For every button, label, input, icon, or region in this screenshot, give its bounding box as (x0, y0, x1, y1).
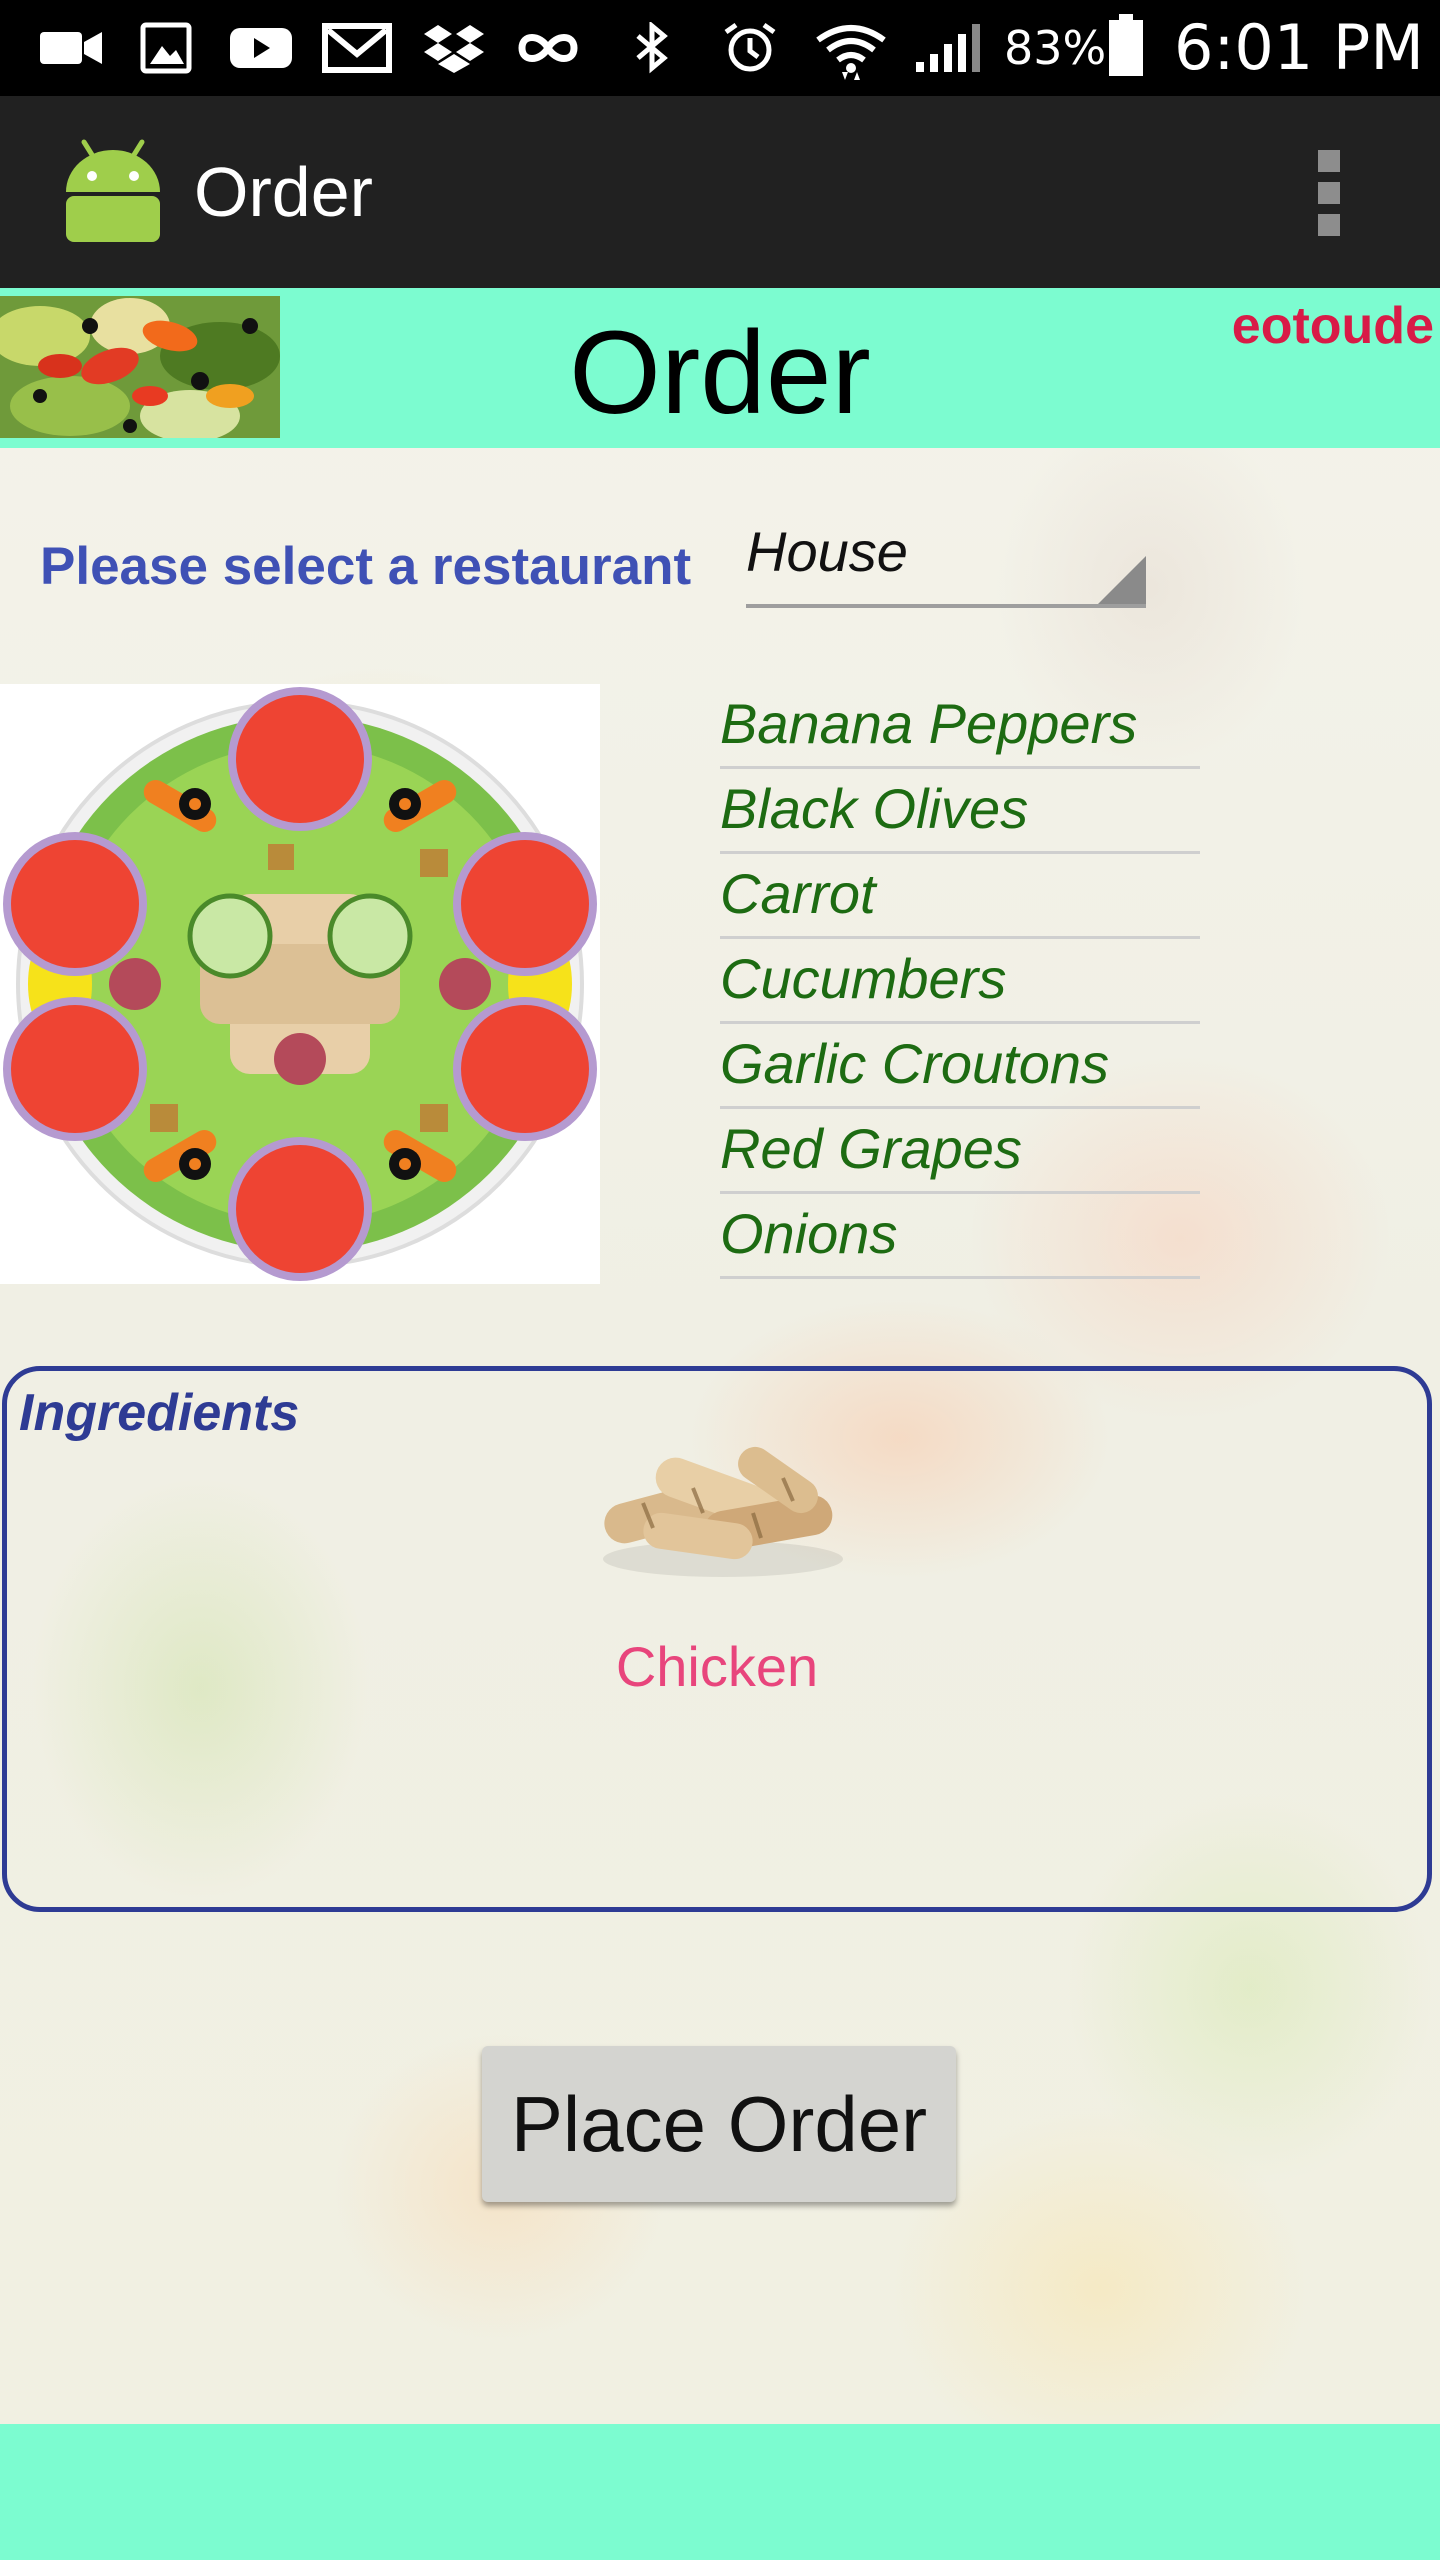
app-title: Order (194, 153, 373, 231)
place-order-button[interactable]: Place Order (482, 2046, 956, 2202)
infinity-icon (518, 34, 578, 62)
topping-item[interactable]: Red Grapes (720, 1109, 1200, 1194)
image-icon (140, 22, 192, 74)
youtube-icon (230, 28, 292, 68)
salad-bowl-image (0, 684, 600, 1284)
topping-list: Banana Peppers Black Olives Carrot Cucum… (720, 684, 1200, 1279)
bluetooth-icon (636, 22, 668, 74)
topping-item[interactable]: Carrot (720, 854, 1200, 939)
battery-percent: 83% (1004, 21, 1107, 75)
android-icon[interactable] (60, 136, 166, 244)
dropbox-icon (424, 25, 484, 73)
restaurant-spinner[interactable]: House (746, 508, 1146, 608)
gmail-icon (322, 23, 392, 73)
footer-band (0, 2424, 1440, 2560)
wifi-icon (816, 25, 886, 80)
action-bar: Order (0, 96, 1440, 288)
topping-item[interactable]: Cucumbers (720, 939, 1200, 1024)
restaurant-selected-value: House (746, 520, 908, 583)
alarm-icon (724, 22, 776, 72)
ingredients-box: Ingredients Chicken (2, 1366, 1432, 1912)
ingredients-title: Ingredients (19, 1384, 300, 1442)
ingredient-label: Chicken (615, 1635, 819, 1698)
header-band: Order eotoude (0, 288, 1440, 448)
overflow-menu-icon[interactable] (1300, 146, 1356, 242)
dropdown-arrow-icon (1098, 556, 1146, 604)
status-bar: 83% 6:01 PM (0, 0, 1440, 96)
topping-item[interactable]: Banana Peppers (720, 684, 1200, 769)
status-time: 6:01 PM (1174, 11, 1424, 84)
page-title: Order (569, 307, 871, 439)
topping-item[interactable]: Onions (720, 1194, 1200, 1279)
topping-item[interactable]: Black Olives (720, 769, 1200, 854)
chicken-image[interactable] (583, 1433, 863, 1583)
restaurant-select-label: Please select a restaurant (40, 537, 692, 596)
video-camera-icon (40, 32, 102, 64)
username-label: eotoude (1231, 297, 1434, 355)
content-area: Order eotoude Please select a restaurant… (0, 288, 1440, 2424)
topping-item[interactable]: Garlic Croutons (720, 1024, 1200, 1109)
signal-icon (916, 24, 980, 72)
battery-icon (1109, 14, 1143, 76)
